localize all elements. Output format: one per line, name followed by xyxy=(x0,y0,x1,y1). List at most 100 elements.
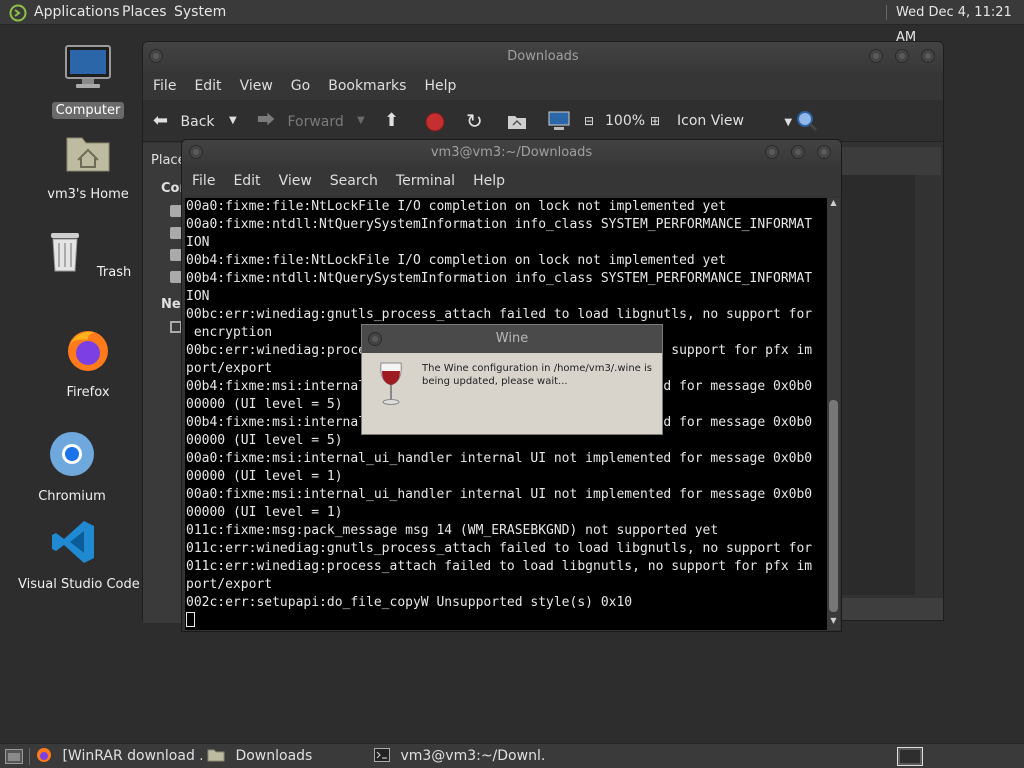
window-titlebar[interactable]: vm3@vm3:~/Downloads xyxy=(182,140,841,166)
terminal-line: ION xyxy=(186,235,210,250)
window-menu-button[interactable] xyxy=(368,332,382,346)
zoom-in-icon[interactable]: ⊞ xyxy=(650,100,660,142)
chevron-down-icon: ▼ xyxy=(784,117,793,128)
terminal-line: 002c:err:setupapi:do_file_copyW Unsuppor… xyxy=(186,595,633,610)
terminal-line: 00b4:fixme:ntdll:NtQuerySystemInformatio… xyxy=(186,271,813,286)
top-panel: Applications Places System Wed Dec 4, 11… xyxy=(0,0,1024,45)
maximize-button[interactable] xyxy=(791,145,805,159)
taskbar-separator xyxy=(29,748,30,765)
terminal-line: 00a0:fixme:msi:internal_ui_handler inter… xyxy=(186,487,813,502)
menu-view[interactable]: View xyxy=(279,166,312,196)
terminal-line: 00000 (UI level = 1) xyxy=(186,469,343,484)
firefox-icon xyxy=(68,331,108,371)
terminal-icon xyxy=(374,748,390,762)
menu-go[interactable]: Go xyxy=(291,72,310,100)
search-icon[interactable] xyxy=(796,110,818,132)
back-history-dropdown-icon[interactable]: ▼ xyxy=(229,100,237,142)
applications-menu[interactable]: Applications xyxy=(34,0,120,25)
terminal-line: 00a0:fixme:msi:internal_ui_handler inter… xyxy=(186,451,813,466)
desktop-icon-firefox[interactable]: Firefox xyxy=(38,326,138,401)
firefox-icon xyxy=(37,748,51,762)
terminal-line: 00000 (UI level = 1) xyxy=(186,505,343,520)
pathbar xyxy=(841,147,941,175)
toolbar: ⬅ Back ▼ ⮕ Forward ▼ ⬆ ↻ ⊟ 100% ⊞ Icon V… xyxy=(143,100,943,142)
terminal-line: 011c:err:winediag:gnutls_process_attach … xyxy=(186,541,813,556)
desktop-icon-label: vm3's Home xyxy=(47,187,129,202)
scroll-up-icon[interactable]: ▲ xyxy=(827,198,840,207)
forward-history-dropdown-icon: ▼ xyxy=(357,115,365,126)
menu-bookmarks[interactable]: Bookmarks xyxy=(328,72,406,100)
reload-icon[interactable]: ↻ xyxy=(466,100,483,142)
close-button[interactable] xyxy=(921,49,935,63)
zoom-level: 100% xyxy=(605,113,646,129)
window-title: vm3@vm3:~/Downloads xyxy=(430,145,593,160)
menu-search[interactable]: Search xyxy=(330,166,378,196)
vscode-icon xyxy=(52,521,94,563)
menubar: File Edit View Go Bookmarks Help xyxy=(143,72,943,100)
taskbar-item-firefox[interactable]: [WinRAR download ... xyxy=(36,744,202,768)
maximize-button[interactable] xyxy=(895,49,909,63)
menu-file[interactable]: File xyxy=(192,166,215,196)
show-desktop-icon[interactable] xyxy=(5,749,23,764)
window-menu-button[interactable] xyxy=(189,145,203,159)
view-mode-select[interactable]: Icon View ▼ xyxy=(677,100,792,142)
minimize-button[interactable] xyxy=(869,49,883,63)
terminal-prompt[interactable] xyxy=(185,612,827,630)
stop-icon[interactable] xyxy=(425,112,445,132)
taskbar: [WinRAR download ... Downloads vm3@vm3:~… xyxy=(0,743,1024,768)
taskbar-item-downloads[interactable]: Downloads xyxy=(207,744,367,768)
terminal-line: 011c:fixme:msg:pack_message msg 14 (WM_E… xyxy=(186,523,719,538)
desktop-icon-label: Visual Studio Code xyxy=(18,577,140,592)
terminal-line: 011c:err:winediag:process_attach failed … xyxy=(186,559,813,574)
desktop-icon-label: Chromium xyxy=(38,489,106,504)
forward-button: ⮕ Forward xyxy=(257,110,344,131)
wine-dialog[interactable]: Wine The Wine configuration in /home/vm3… xyxy=(361,324,663,435)
menu-help[interactable]: Help xyxy=(473,166,505,196)
menu-terminal[interactable]: Terminal xyxy=(396,166,455,196)
desktop-icon-home[interactable]: vm3's Home xyxy=(38,128,138,203)
menu-view[interactable]: View xyxy=(240,72,273,100)
desktop-icon-label: Firefox xyxy=(66,385,110,400)
home-icon[interactable] xyxy=(507,112,527,130)
terminal-line: ION xyxy=(186,289,210,304)
desktop-icon-computer[interactable]: Computer xyxy=(38,44,138,119)
scroll-down-icon[interactable]: ▼ xyxy=(827,616,840,625)
menu-edit[interactable]: Edit xyxy=(194,72,221,100)
terminal-line: 00a0:fixme:ntdll:NtQuerySystemInformatio… xyxy=(186,217,813,232)
minimize-button[interactable] xyxy=(765,145,779,159)
window-titlebar[interactable]: Downloads xyxy=(143,42,943,72)
desktop-icon-vscode[interactable]: Visual Studio Code xyxy=(14,518,140,593)
close-button[interactable] xyxy=(817,145,831,159)
back-button[interactable]: ⬅ Back xyxy=(153,100,215,142)
terminal-line: 00b4:fixme:file:NtLockFile I/O completio… xyxy=(186,253,727,268)
terminal-line: 00bc:err:winediag:gnutls_process_attach … xyxy=(186,307,813,322)
mate-logo-icon[interactable] xyxy=(9,4,27,22)
computer-icon xyxy=(65,45,111,88)
chromium-icon xyxy=(50,432,94,476)
menu-edit[interactable]: Edit xyxy=(233,166,260,196)
file-view[interactable] xyxy=(841,175,915,595)
places-menu[interactable]: Places xyxy=(122,0,167,25)
scrollbar-thumb[interactable] xyxy=(829,400,838,612)
computer-icon[interactable] xyxy=(548,111,570,131)
text-cursor xyxy=(186,612,195,627)
desktop-icon-chromium[interactable]: Chromium xyxy=(22,430,122,505)
wine-glass-icon xyxy=(380,362,402,405)
terminal-line: port/export xyxy=(186,577,273,592)
workspace-switcher-icon[interactable] xyxy=(897,747,923,766)
clock[interactable]: Wed Dec 4, 11:21 AM xyxy=(896,0,1024,45)
forward-arrow-icon: ⮕ xyxy=(257,110,275,131)
system-menu[interactable]: System xyxy=(174,0,226,25)
statusbar xyxy=(841,598,943,620)
desktop-icon-trash[interactable]: Trash xyxy=(38,228,138,281)
terminal-scrollbar[interactable]: ▲ ▼ xyxy=(827,198,840,630)
window-menu-button[interactable] xyxy=(149,49,163,63)
menu-help[interactable]: Help xyxy=(424,72,456,100)
menu-file[interactable]: File xyxy=(153,72,176,100)
taskbar-item-terminal[interactable]: vm3@vm3:~/Downl... xyxy=(374,744,544,768)
terminal-line: 00a0:fixme:file:NtLockFile I/O completio… xyxy=(186,199,727,214)
dialog-titlebar[interactable]: Wine xyxy=(362,325,662,353)
panel-separator xyxy=(886,5,887,20)
zoom-out-icon[interactable]: ⊟ xyxy=(584,100,594,142)
up-arrow-icon[interactable]: ⬆ xyxy=(384,100,399,142)
